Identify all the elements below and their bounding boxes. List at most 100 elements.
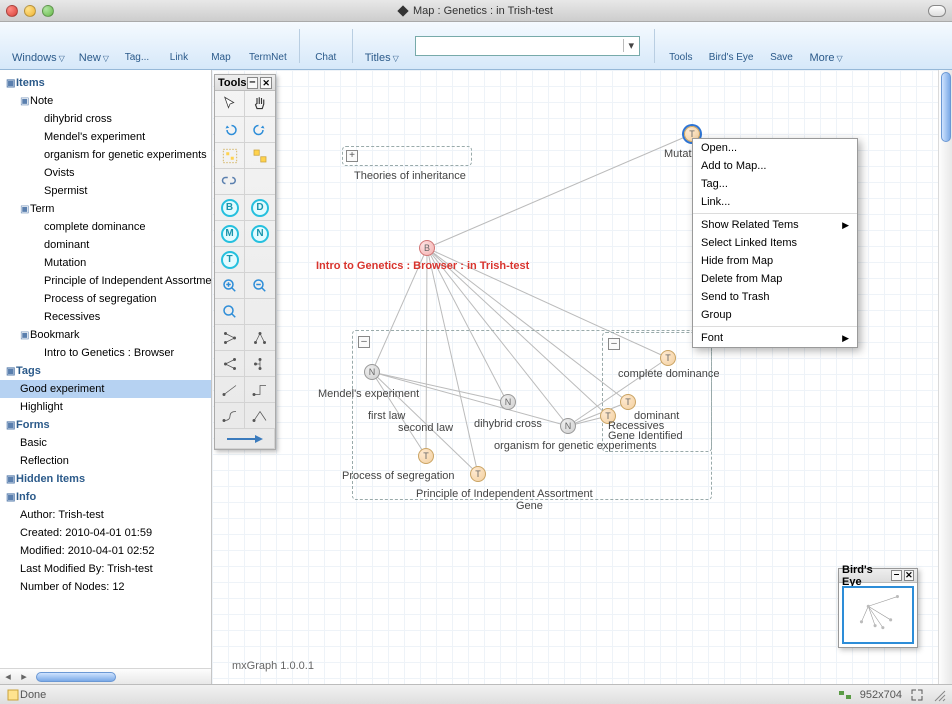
tool-node-n[interactable]: N xyxy=(245,221,275,247)
tree-item-highlight[interactable]: Highlight xyxy=(0,398,211,416)
birdseye-header[interactable]: Bird's Eye – ✕ xyxy=(839,569,917,583)
group-complete-collapse[interactable]: – xyxy=(608,338,620,350)
search-combo[interactable]: ▾ xyxy=(415,36,640,56)
tool-node-d[interactable]: D xyxy=(245,195,275,221)
zoom-window-button[interactable] xyxy=(42,5,54,17)
tool-edge2[interactable] xyxy=(245,377,275,403)
tree-group-term[interactable]: ▣Term xyxy=(0,200,211,218)
tool-group[interactable] xyxy=(245,143,275,169)
tree-group-bookmark[interactable]: ▣Bookmark xyxy=(0,326,211,344)
ctx-delete[interactable]: Delete from Map xyxy=(693,270,857,288)
group-mendel-collapse[interactable]: – xyxy=(358,336,370,348)
tool-layout2[interactable] xyxy=(245,325,275,351)
tool-edge1[interactable] xyxy=(215,377,245,403)
toolbar-termnet[interactable]: TermNet xyxy=(243,26,293,65)
palette-header[interactable]: Tools – ✕ xyxy=(215,75,275,91)
tool-layout1[interactable] xyxy=(215,325,245,351)
tree-item-good-experiment[interactable]: Good experiment xyxy=(0,380,211,398)
tool-edge3[interactable] xyxy=(215,403,245,429)
ctx-select-linked[interactable]: Select Linked Items xyxy=(693,234,857,252)
group-theories-expand[interactable]: + xyxy=(346,150,358,162)
status-resize-icon[interactable] xyxy=(932,688,946,702)
tree-section-hidden[interactable]: ▣Hidden Items xyxy=(0,470,211,488)
ctx-show-related[interactable]: Show Related Tems▶ xyxy=(693,216,857,234)
toolbar-save[interactable]: Save xyxy=(761,26,801,65)
tool-node-b[interactable]: B xyxy=(215,195,245,221)
tree-item[interactable]: Principle of Independent Assortment xyxy=(0,272,211,290)
ctx-group[interactable]: Group xyxy=(693,306,857,324)
tool-zoom-out[interactable] xyxy=(245,273,275,299)
birdseye-panel[interactable]: Bird's Eye – ✕ xyxy=(838,568,918,648)
tool-zoom-fit[interactable] xyxy=(215,299,245,325)
group-theories[interactable] xyxy=(342,146,472,166)
tree-item[interactable]: complete dominance xyxy=(0,218,211,236)
canvas[interactable]: Tools – ✕ B D M N T xyxy=(212,70,952,684)
birdseye-view[interactable] xyxy=(839,583,917,647)
scroll-thumb[interactable] xyxy=(36,672,116,682)
palette-minimize-button[interactable]: – xyxy=(247,77,259,89)
tree-section-info[interactable]: ▣Info xyxy=(0,488,211,506)
tree-section-tags[interactable]: ▣Tags xyxy=(0,362,211,380)
tools-palette[interactable]: Tools – ✕ B D M N T xyxy=(214,74,276,450)
tree-item[interactable]: Intro to Genetics : Browser xyxy=(0,344,211,362)
toolbar-toggle-button[interactable] xyxy=(928,5,946,17)
node-organism[interactable]: N xyxy=(560,418,576,434)
node-mendel[interactable]: N xyxy=(364,364,380,380)
tree-item[interactable]: Mendel's experiment xyxy=(0,128,211,146)
tree-item[interactable]: Reflection xyxy=(0,452,211,470)
canvas-v-scrollbar[interactable] xyxy=(938,70,952,684)
node-complete[interactable]: T xyxy=(660,350,676,366)
tool-link[interactable] xyxy=(215,169,245,195)
node-process[interactable]: T xyxy=(418,448,434,464)
tool-zoom-in[interactable] xyxy=(215,273,245,299)
scroll-right-icon[interactable]: ▸ xyxy=(16,670,32,683)
toolbar-birdseye[interactable]: Bird's Eye xyxy=(703,26,760,65)
tree-item[interactable]: Ovists xyxy=(0,164,211,182)
tool-edge4[interactable] xyxy=(245,403,275,429)
search-dropdown-button[interactable]: ▾ xyxy=(623,39,639,52)
tool-pointer[interactable] xyxy=(215,91,245,117)
tool-layout4[interactable] xyxy=(245,351,275,377)
toolbar-link[interactable]: Link xyxy=(159,26,199,65)
tree-item[interactable]: dihybrid cross xyxy=(0,110,211,128)
toolbar-tools[interactable]: Tools xyxy=(661,26,701,65)
ctx-trash[interactable]: Send to Trash xyxy=(693,288,857,306)
close-window-button[interactable] xyxy=(6,5,18,17)
tree-item[interactable]: Basic xyxy=(0,434,211,452)
scroll-left-icon[interactable]: ◂ xyxy=(0,670,16,683)
toolbar-titles[interactable]: Titles▽ xyxy=(359,26,405,66)
tree-item[interactable]: organism for genetic experiments xyxy=(0,146,211,164)
node-dihybrid[interactable]: N xyxy=(500,394,516,410)
birdseye-minimize-button[interactable]: – xyxy=(891,570,901,581)
tool-pan[interactable] xyxy=(245,91,275,117)
tool-layout3[interactable] xyxy=(215,351,245,377)
ctx-add-to-map[interactable]: Add to Map... xyxy=(693,157,857,175)
ctx-font[interactable]: Font▶ xyxy=(693,329,857,347)
v-scroll-thumb[interactable] xyxy=(941,72,951,142)
tool-undo[interactable] xyxy=(215,117,245,143)
node-dominant[interactable]: T xyxy=(620,394,636,410)
tool-redo[interactable] xyxy=(245,117,275,143)
ctx-hide[interactable]: Hide from Map xyxy=(693,252,857,270)
tree-item[interactable]: dominant xyxy=(0,236,211,254)
tool-select-all[interactable] xyxy=(215,143,245,169)
tree-item[interactable]: Mutation xyxy=(0,254,211,272)
node-principle[interactable]: T xyxy=(470,466,486,482)
tree-section-forms[interactable]: ▣Forms xyxy=(0,416,211,434)
toolbar-chat[interactable]: Chat xyxy=(306,26,346,65)
tree-item[interactable]: Recessives xyxy=(0,308,211,326)
tree-item[interactable]: Process of segregation xyxy=(0,290,211,308)
ctx-open[interactable]: Open... xyxy=(693,139,857,157)
ctx-link[interactable]: Link... xyxy=(693,193,857,211)
tool-node-m[interactable]: M xyxy=(215,221,245,247)
toolbar-windows[interactable]: Windows▽ xyxy=(6,26,71,66)
toolbar-new[interactable]: New▽ xyxy=(73,26,115,66)
tool-node-t[interactable]: T xyxy=(215,247,245,273)
context-menu[interactable]: Open... Add to Map... Tag... Link... Sho… xyxy=(692,138,858,348)
birdseye-close-button[interactable]: ✕ xyxy=(904,570,914,581)
ctx-tag[interactable]: Tag... xyxy=(693,175,857,193)
status-expand-icon[interactable] xyxy=(910,688,924,702)
palette-close-button[interactable]: ✕ xyxy=(260,77,272,89)
tree-item[interactable]: Spermist xyxy=(0,182,211,200)
tree-group-note[interactable]: ▣Note xyxy=(0,92,211,110)
